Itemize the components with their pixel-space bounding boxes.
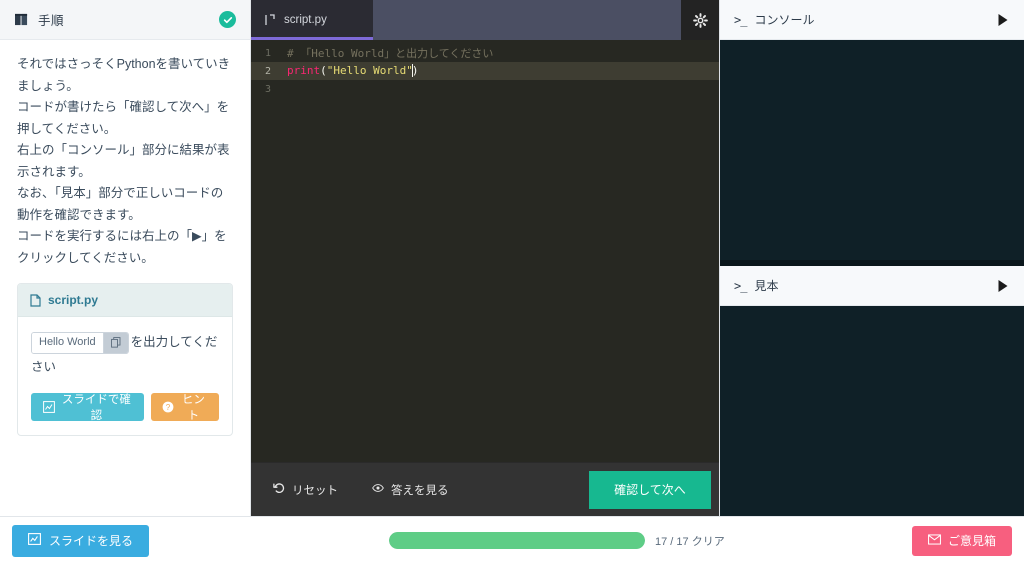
slide-confirm-label: スライドで確認 bbox=[61, 394, 131, 422]
code-editor-panel: script.py 1 # 「Hello World」と出力してください 2 p… bbox=[251, 0, 719, 516]
line-number: 1 bbox=[264, 47, 271, 59]
terminal-prompt-icon: >_ bbox=[734, 278, 747, 293]
copy-chip[interactable]: Hello World bbox=[31, 331, 129, 354]
question-icon: ? bbox=[162, 401, 174, 413]
sample-title: 見本 bbox=[754, 279, 779, 293]
instruction-line: それではさっそくPythonを書いていきましょう。 bbox=[17, 57, 231, 93]
console-panel: >_ コンソール bbox=[720, 0, 1024, 260]
console-header: >_ コンソール bbox=[720, 0, 1024, 40]
sample-panel: >_ 見本 bbox=[720, 266, 1024, 516]
output-panels: >_ コンソール >_ 見本 bbox=[719, 0, 1024, 516]
eye-icon bbox=[372, 482, 384, 497]
feedback-label: ご意見箱 bbox=[947, 534, 996, 548]
line-number: 2 bbox=[264, 65, 271, 77]
tab-label: script.py bbox=[284, 14, 327, 26]
file-icon bbox=[30, 293, 41, 307]
svg-text:?: ? bbox=[165, 403, 170, 412]
text-caret bbox=[411, 63, 413, 77]
console-title: コンソール bbox=[754, 13, 815, 27]
progress-area: 17 / 17 クリア bbox=[389, 532, 725, 549]
task-buttons: スライドで確認 ? ヒント bbox=[31, 393, 219, 422]
show-answer-label: 答えを見る bbox=[391, 484, 449, 497]
instruction-text: それではさっそくPythonを書いていきましょう。 コードが書けたら「確認して次… bbox=[17, 54, 233, 269]
terminal-prompt-icon: >_ bbox=[734, 12, 747, 27]
instruction-line: コードが書けたら「確認して次へ」を押してください。 bbox=[17, 100, 230, 136]
view-slide-button[interactable]: スライドを見る bbox=[12, 524, 150, 557]
slide-icon bbox=[28, 533, 41, 548]
undo-icon bbox=[273, 482, 285, 497]
hint-label: ヒント bbox=[181, 394, 205, 422]
check-circle-icon bbox=[219, 11, 236, 28]
instructions-body: それではさっそくPythonを書いていきましょう。 コードが書けたら「確認して次… bbox=[0, 40, 250, 516]
code-line: 1 # 「Hello World」と出力してください bbox=[251, 44, 719, 62]
code-line-text: print("Hello World") bbox=[281, 63, 418, 78]
instruction-line: なお、「見本」部分で正しいコードの動作を確認できます。 bbox=[17, 186, 224, 222]
code-file-icon bbox=[265, 14, 276, 26]
code-line: 3 bbox=[251, 80, 719, 98]
hint-button[interactable]: ? ヒント bbox=[150, 393, 219, 422]
editor-tabbar: script.py bbox=[251, 0, 719, 40]
reset-button[interactable]: リセット bbox=[273, 482, 338, 498]
task-card-body: Hello World を出力してください スライドで確認 ? ヒント bbox=[18, 317, 232, 435]
task-card: script.py Hello World を出力してください スライドで確認 … bbox=[17, 283, 233, 436]
task-filename: script.py bbox=[48, 293, 99, 307]
bottom-bar: スライドを見る 17 / 17 クリア ご意見箱 bbox=[0, 516, 1024, 564]
slide-confirm-button[interactable]: スライドで確認 bbox=[31, 393, 144, 422]
play-icon bbox=[998, 279, 1008, 292]
instructions-title: 手順 bbox=[38, 14, 65, 28]
book-icon bbox=[14, 13, 29, 26]
instruction-line: 右上の「コンソール」部分に結果が表示されます。 bbox=[17, 143, 230, 179]
tab-script-py[interactable]: script.py bbox=[251, 0, 373, 40]
progress-bar bbox=[389, 532, 645, 549]
progress-bar-fill bbox=[389, 532, 645, 549]
confirm-next-button[interactable]: 確認して次へ bbox=[589, 470, 711, 509]
main-content-row: 手順 それではさっそくPythonを書いていきましょう。 コードが書けたら「確認… bbox=[0, 0, 1024, 516]
code-token-string: "Hello World" bbox=[326, 64, 413, 78]
play-icon bbox=[998, 13, 1008, 26]
mail-icon bbox=[928, 533, 941, 548]
copy-icon[interactable] bbox=[102, 332, 128, 353]
instructions-header: 手順 bbox=[0, 0, 250, 40]
task-instruction: Hello World を出力してください bbox=[31, 330, 219, 380]
editor-footer: リセット 答えを見る 確認して次へ bbox=[251, 462, 719, 516]
code-line-text: # 「Hello World」と出力してください bbox=[287, 47, 494, 60]
code-token-function: print bbox=[287, 64, 321, 78]
sample-output bbox=[720, 306, 1024, 516]
run-console-button[interactable] bbox=[996, 13, 1010, 27]
tabbar-spacer bbox=[373, 0, 681, 40]
show-answer-button[interactable]: 答えを見る bbox=[372, 482, 449, 498]
code-token-open-paren: ( bbox=[320, 64, 327, 78]
progress-label: 17 / 17 クリア bbox=[655, 535, 725, 548]
copy-chip-value: Hello World bbox=[32, 332, 103, 353]
instruction-line: コードを実行するには右上の「▶」をクリックしてください。 bbox=[17, 229, 227, 265]
line-number: 3 bbox=[264, 83, 271, 95]
instructions-panel: 手順 それではさっそくPythonを書いていきましょう。 コードが書けたら「確認… bbox=[0, 0, 251, 516]
code-area[interactable]: 1 # 「Hello World」と出力してください 2 print("Hell… bbox=[251, 40, 719, 462]
code-line: 2 print("Hello World") bbox=[251, 62, 719, 80]
app-root: 手順 それではさっそくPythonを書いていきましょう。 コードが書けたら「確認… bbox=[0, 0, 1024, 564]
view-slide-label: スライドを見る bbox=[49, 534, 134, 548]
run-sample-button[interactable] bbox=[996, 279, 1010, 293]
task-card-header: script.py bbox=[18, 284, 232, 317]
chart-icon bbox=[43, 401, 55, 413]
sample-header: >_ 見本 bbox=[720, 266, 1024, 306]
console-output bbox=[720, 40, 1024, 260]
gear-icon[interactable] bbox=[681, 0, 719, 40]
feedback-button[interactable]: ご意見箱 bbox=[911, 525, 1012, 556]
reset-label: リセット bbox=[292, 484, 338, 497]
